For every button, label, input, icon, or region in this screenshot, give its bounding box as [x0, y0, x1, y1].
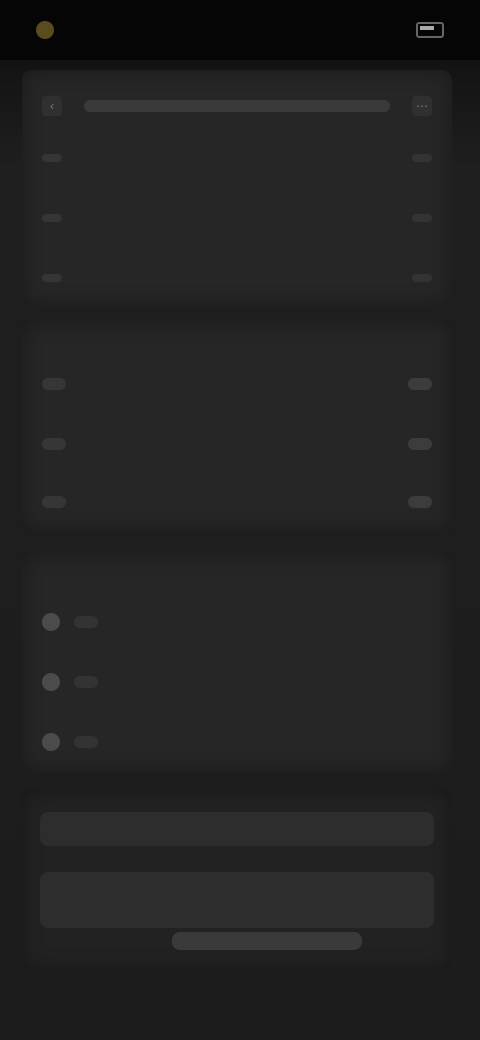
footer-panel: [22, 790, 452, 970]
section-three-panel: [22, 552, 452, 772]
footer-block: [40, 812, 434, 846]
option-icon: [42, 733, 60, 751]
list-item-badge: [408, 496, 432, 508]
list-item[interactable]: [42, 366, 432, 402]
option-item[interactable]: [42, 664, 432, 700]
option-item[interactable]: [42, 724, 432, 760]
option-text: [74, 676, 98, 688]
status-right: [406, 22, 444, 38]
summary-value: [412, 274, 432, 282]
option-item[interactable]: [42, 604, 432, 640]
summary-panel: ‹ ⋯: [22, 70, 452, 306]
menu-icon[interactable]: ⋯: [412, 96, 432, 116]
list-item-text: [42, 438, 66, 450]
page-root: ‹ ⋯: [0, 0, 480, 1040]
back-icon[interactable]: ‹: [42, 96, 62, 116]
option-icon: [42, 613, 60, 631]
status-bar: [0, 0, 480, 60]
list-item[interactable]: [42, 426, 432, 462]
battery-icon: [416, 22, 444, 38]
list-item-badge: [408, 438, 432, 450]
summary-row: [42, 202, 432, 234]
section-two-panel: [22, 320, 452, 532]
option-text: [74, 616, 98, 628]
option-icon: [42, 673, 60, 691]
summary-row: [42, 262, 432, 294]
footer-block: [40, 872, 434, 928]
option-text: [74, 736, 98, 748]
footer-note: [172, 932, 362, 950]
status-left: [36, 21, 64, 39]
summary-value: [412, 154, 432, 162]
list-item-text: [42, 378, 66, 390]
summary-label: [42, 214, 62, 222]
summary-value: [412, 214, 432, 222]
summary-label: [42, 274, 62, 282]
list-item[interactable]: [42, 484, 432, 520]
header-title: [84, 100, 390, 112]
summary-label: [42, 154, 62, 162]
notification-dot: [36, 21, 54, 39]
summary-row: [42, 142, 432, 174]
header-row: ‹ ⋯: [42, 92, 432, 120]
list-item-badge: [408, 378, 432, 390]
list-item-text: [42, 496, 66, 508]
